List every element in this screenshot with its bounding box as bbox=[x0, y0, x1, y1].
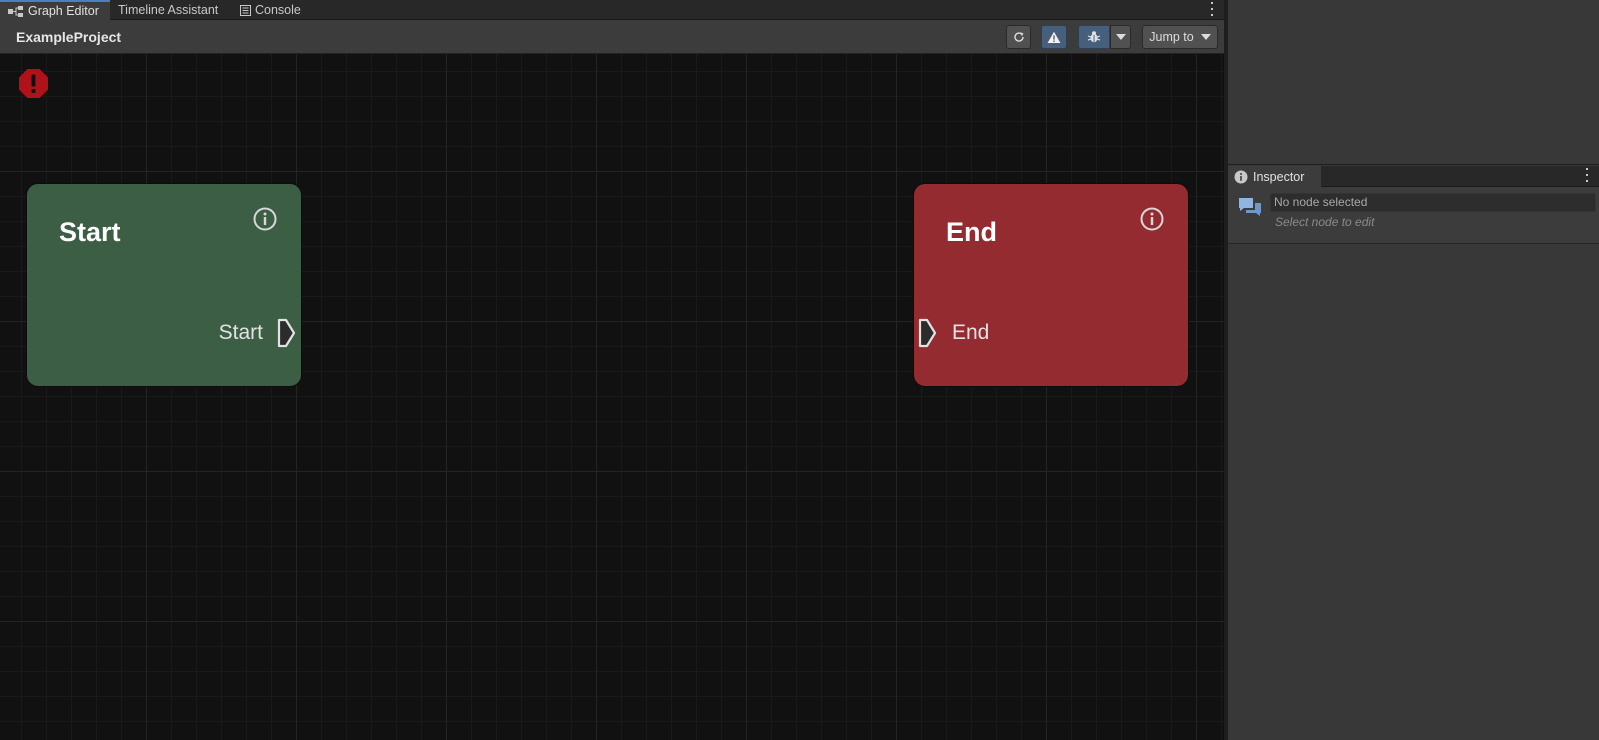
node-title: Start bbox=[59, 217, 121, 247]
bug-icon bbox=[1087, 31, 1101, 43]
input-port-label: End bbox=[952, 321, 990, 344]
chevron-down-icon bbox=[1115, 34, 1126, 40]
error-octagon-icon[interactable] bbox=[18, 68, 49, 99]
tab-label: Inspector bbox=[1253, 169, 1305, 184]
project-title: ExampleProject bbox=[16, 29, 122, 45]
info-icon bbox=[1234, 170, 1248, 183]
start-node[interactable]: Start Start bbox=[26, 183, 302, 387]
editor-tabbar: Graph Editor Timeline Assistant Console bbox=[0, 0, 1224, 20]
chat-bubbles-icon bbox=[1239, 198, 1261, 216]
tab-label: Timeline Assistant bbox=[118, 3, 219, 17]
graph-canvas[interactable]: Start Start End End bbox=[0, 54, 1224, 740]
graph-toolbar: ExampleProject Jump to bbox=[0, 20, 1224, 54]
window-menu-icon[interactable] bbox=[1585, 168, 1589, 182]
window-menu-icon[interactable] bbox=[1210, 2, 1214, 16]
refresh-button[interactable] bbox=[1006, 25, 1031, 49]
graph-editor-window: Graph Editor Timeline Assistant Console … bbox=[0, 0, 1224, 740]
debug-toggle-button[interactable] bbox=[1078, 25, 1110, 49]
info-icon[interactable] bbox=[253, 207, 277, 231]
graph-icon bbox=[8, 5, 23, 17]
tab-graph-editor[interactable]: Graph Editor bbox=[0, 0, 110, 20]
input-port-icon[interactable] bbox=[918, 318, 938, 348]
output-port-icon[interactable] bbox=[277, 318, 297, 348]
tab-label: Graph Editor bbox=[28, 4, 99, 18]
chevron-down-icon bbox=[1200, 34, 1211, 40]
jump-to-dropdown[interactable]: Jump to bbox=[1142, 25, 1218, 49]
node-name-field[interactable]: No node selected bbox=[1270, 193, 1596, 212]
tab-inspector[interactable]: Inspector bbox=[1228, 166, 1321, 187]
inspector-empty-area bbox=[1228, 244, 1599, 740]
inspector-body: No node selected Select node to edit bbox=[1228, 187, 1599, 244]
jump-to-label: Jump to bbox=[1149, 30, 1194, 44]
inspector-hint: Select node to edit bbox=[1275, 215, 1375, 229]
tab-console[interactable]: Console bbox=[240, 0, 320, 20]
tab-label: Console bbox=[255, 3, 301, 17]
node-title: End bbox=[946, 217, 997, 247]
inspector-tabbar: Inspector bbox=[1228, 166, 1599, 187]
refresh-icon bbox=[1013, 32, 1024, 42]
warnings-toggle-button[interactable] bbox=[1041, 25, 1067, 49]
output-port-label: Start bbox=[218, 321, 263, 344]
console-icon bbox=[240, 4, 251, 16]
info-icon[interactable] bbox=[1140, 207, 1164, 231]
empty-panel bbox=[1228, 0, 1599, 165]
debug-dropdown-button[interactable] bbox=[1110, 25, 1131, 49]
tab-timeline-assistant[interactable]: Timeline Assistant bbox=[118, 0, 230, 20]
end-node[interactable]: End End bbox=[913, 183, 1189, 387]
warning-icon bbox=[1047, 31, 1061, 43]
